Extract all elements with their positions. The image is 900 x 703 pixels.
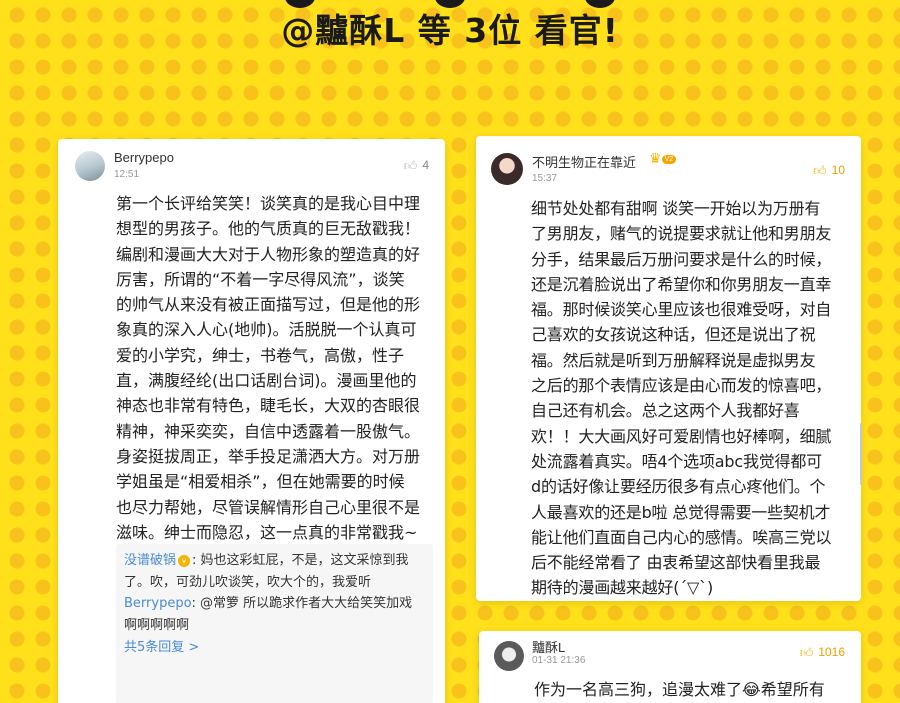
avatar[interactable]: [491, 153, 523, 185]
scrollbar[interactable]: [860, 423, 862, 485]
comment-username[interactable]: 黸酥L: [532, 637, 565, 656]
comment-text: 第一个长评给笑笑！谈笑真的是我心目中理 想型的男孩子。他的气质真的巨无敌戳我！ …: [116, 194, 421, 542]
comment-username[interactable]: Berrypepo: [114, 150, 174, 165]
banner-title: @黸酥L 等 3位 看官!: [281, 11, 619, 50]
comment-text: 作为一名高三狗，追漫太难了😂希望所有: [534, 680, 825, 699]
like-count: 1016: [818, 645, 845, 659]
comment-time: 15:37: [532, 173, 558, 184]
level-badge: V2: [661, 154, 677, 164]
comment-time: 12:51: [114, 169, 140, 180]
thumb-up-icon: 👍︎: [799, 644, 814, 660]
comment-text: 细节处处都有甜啊 谈笑一开始以为万册有 了男朋友，赌气的说提要求就让他和男朋友 …: [531, 199, 832, 598]
reply-author[interactable]: Berrypepo: [124, 596, 192, 611]
comment-time: 01-31 21:36: [532, 655, 586, 666]
reply-author[interactable]: 没谱破锅: [124, 553, 176, 568]
crown-icon: ♛: [649, 151, 662, 167]
avatar[interactable]: [75, 151, 105, 181]
comment-username[interactable]: 不明生物正在靠近: [532, 152, 636, 171]
verified-badge-icon: v: [178, 554, 191, 567]
comment-card: 不明生物正在靠近 ♛ V2 15:37 👍︎ 10 细节处处都有甜啊 谈笑一开始…: [476, 136, 861, 601]
avatar[interactable]: [494, 641, 524, 671]
vip-badge: ♛ V2: [649, 151, 677, 167]
reply-item: Berrypepo: @常箩 所以跪求作者大大给笑笑加戏啊啊啊啊啊: [124, 596, 413, 633]
reply-box: 没谱破锅 v: 妈也这彩虹屁，不是，这文采惊到我了。吹，可劲儿吹谈笑，吹大个的，我…: [116, 544, 433, 703]
like-button[interactable]: 👍︎ 4: [404, 158, 429, 172]
like-button[interactable]: 👍︎ 10: [813, 163, 845, 177]
comment-card: Berrypepo 12:51 👍︎ 4 第一个长评给笑笑！谈笑真的是我心目中理…: [58, 139, 445, 703]
like-count: 10: [831, 163, 845, 177]
more-replies-link[interactable]: 共5条回复 >: [124, 637, 425, 659]
comment-card: 黸酥L 01-31 21:36 👍︎ 1016 作为一名高三狗，追漫太难了😂希望…: [479, 631, 861, 703]
thumb-up-icon: 👍︎: [813, 162, 827, 178]
like-count: 4: [422, 158, 429, 172]
like-button[interactable]: 👍︎ 1016: [800, 645, 845, 659]
reply-item: 没谱破锅 v: 妈也这彩虹屁，不是，这文采惊到我了。吹，可劲儿吹谈笑，吹大个的，我…: [124, 553, 409, 590]
thumb-up-icon: 👍︎: [403, 157, 418, 173]
